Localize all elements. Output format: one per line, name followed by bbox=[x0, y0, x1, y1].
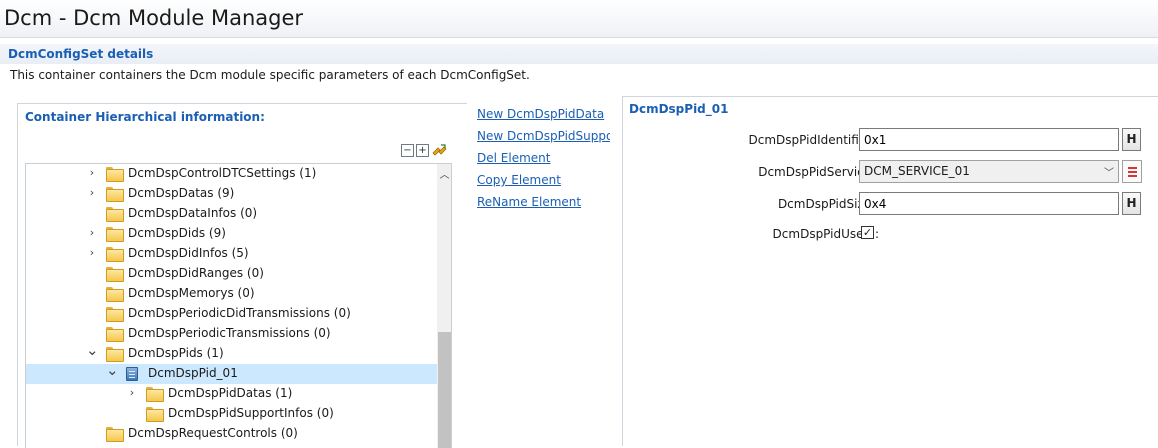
chevron-right-icon[interactable]: › bbox=[86, 186, 98, 200]
details-panel: DcmDspPid_01 DcmDspPidIdentifier : H Dcm… bbox=[622, 96, 1158, 446]
chevron-right-icon[interactable]: › bbox=[86, 166, 98, 180]
tree-item-label: DcmDspPids (1) bbox=[128, 346, 224, 360]
tree-item[interactable]: › DcmDspControlDTCSettings (1) bbox=[26, 164, 437, 184]
tree-item-label: DcmDspDidInfos (5) bbox=[128, 246, 249, 260]
folder-icon bbox=[146, 387, 164, 402]
tree-item-label: DcmDspPeriodicTransmissions (0) bbox=[128, 326, 331, 340]
container-icon bbox=[126, 367, 142, 381]
folder-icon bbox=[106, 187, 124, 202]
tree-item-label: DcmDspRequestControls (0) bbox=[128, 426, 298, 440]
folder-icon bbox=[106, 327, 124, 342]
folder-icon bbox=[106, 247, 124, 262]
service-selected-value: DCM_SERVICE_01 bbox=[864, 164, 970, 178]
chevron-down-icon: ﹀ bbox=[1104, 168, 1114, 179]
tree-item-label: DcmDspPid_01 bbox=[148, 366, 238, 380]
chevron-right-icon[interactable]: › bbox=[126, 386, 138, 400]
folder-icon bbox=[106, 427, 124, 442]
scroll-up-icon[interactable]: ︿ bbox=[437, 166, 451, 181]
used-checkbox[interactable]: ✓ bbox=[861, 226, 874, 239]
size-hex-button[interactable]: H bbox=[1122, 192, 1141, 215]
section-title: DcmConfigSet details bbox=[8, 47, 154, 61]
field-row-size: DcmDspPidSize : H bbox=[623, 192, 1158, 216]
list-icon[interactable] bbox=[1122, 160, 1142, 183]
expand-all-icon[interactable]: + bbox=[416, 144, 429, 157]
link-sync-icon[interactable] bbox=[431, 144, 447, 157]
hierarchy-title: Container Hierarchical information: bbox=[25, 110, 265, 124]
tree-toolbar: − + bbox=[401, 144, 447, 157]
tree-item[interactable]: DcmDspDidRanges (0) bbox=[26, 264, 437, 284]
service-select[interactable]: DCM_SERVICE_01 ﹀ bbox=[859, 160, 1119, 183]
scroll-thumb[interactable] bbox=[438, 332, 451, 448]
field-row-service: DcmDspPidService : DCM_SERVICE_01 ﹀ bbox=[623, 160, 1158, 184]
tree-item-label: DcmDspPeriodicDidTransmissions (0) bbox=[128, 306, 351, 320]
section-header: DcmConfigSet details bbox=[0, 44, 1158, 64]
tree-item-label: DcmDspDatas (9) bbox=[128, 186, 235, 200]
identifier-input[interactable] bbox=[859, 128, 1119, 151]
tree-item[interactable]: DcmDspMemorys (0) bbox=[26, 284, 437, 304]
action-link-del-element[interactable]: Del Element bbox=[477, 151, 610, 173]
details-title: DcmDspPid_01 bbox=[629, 102, 729, 116]
field-row-used: DcmDspPidUsed : ✓ bbox=[623, 222, 1158, 246]
window-title-bar: Dcm - Dcm Module Manager bbox=[0, 0, 1158, 38]
tree-item-label: DcmDspDidRanges (0) bbox=[128, 266, 264, 280]
chevron-right-icon[interactable]: › bbox=[86, 246, 98, 260]
folder-icon bbox=[146, 407, 164, 422]
hierarchy-tree[interactable]: DcmDspRequestControls (0) DcmDspPidSuppor… bbox=[25, 163, 452, 448]
tree-item[interactable]: › DcmDspPidDatas (1) bbox=[26, 384, 437, 404]
folder-icon bbox=[106, 267, 124, 282]
action-links: New DcmDspPidDataNew DcmDspPidSupportInf… bbox=[477, 107, 610, 217]
folder-icon bbox=[106, 307, 124, 322]
window-title: Dcm - Dcm Module Manager bbox=[4, 6, 304, 30]
chevron-down-icon[interactable]: ⌄ bbox=[86, 343, 99, 358]
chevron-right-icon[interactable]: › bbox=[86, 226, 98, 240]
folder-icon bbox=[106, 167, 124, 182]
chevron-down-icon[interactable]: ⌄ bbox=[106, 363, 119, 378]
tree-item-label: DcmDspControlDTCSettings (1) bbox=[128, 166, 317, 180]
tree-item-label: DcmDspMemorys (0) bbox=[128, 286, 255, 300]
folder-icon bbox=[106, 207, 124, 222]
identifier-hex-button[interactable]: H bbox=[1122, 128, 1141, 151]
section-description: This container containers the Dcm module… bbox=[10, 68, 530, 82]
tree-item[interactable]: › DcmDspDidInfos (5) bbox=[26, 244, 437, 264]
tree-item[interactable]: › DcmDspDids (9) bbox=[26, 224, 437, 244]
folder-icon bbox=[106, 227, 124, 242]
action-link-copy-element[interactable]: Copy Element bbox=[477, 173, 610, 195]
action-link-new-dcmdsppidsupportinfo[interactable]: New DcmDspPidSupportInfo bbox=[477, 129, 610, 151]
tree-item-label: DcmDspPidDatas (1) bbox=[168, 386, 293, 400]
tree-item[interactable]: ⌄ DcmDspPid_01 bbox=[26, 363, 437, 384]
tree-item-label: DcmDspDataInfos (0) bbox=[128, 206, 258, 220]
action-link-new-dcmdsppiddata[interactable]: New DcmDspPidData bbox=[477, 107, 610, 129]
folder-icon bbox=[106, 287, 124, 302]
tree-item[interactable]: › DcmDspDatas (9) bbox=[26, 184, 437, 204]
tree-scrollbar[interactable]: ︿ bbox=[437, 164, 451, 448]
size-input[interactable] bbox=[859, 192, 1119, 215]
tree-item[interactable]: DcmDspPeriodicTransmissions (0) bbox=[26, 324, 437, 344]
tree-item-label: DcmDspDids (9) bbox=[128, 226, 226, 240]
tree-item[interactable]: DcmDspRequestControls (0) bbox=[26, 424, 437, 444]
field-row-identifier: DcmDspPidIdentifier : H bbox=[623, 128, 1158, 152]
action-link-rename-element[interactable]: ReName Element bbox=[477, 195, 610, 217]
tree-item[interactable]: DcmDspDataInfos (0) bbox=[26, 204, 437, 224]
tree-item[interactable]: ⌄ DcmDspPids (1) bbox=[26, 343, 437, 364]
tree-item-label: DcmDspPidSupportInfos (0) bbox=[168, 406, 334, 420]
collapse-all-icon[interactable]: − bbox=[401, 144, 414, 157]
hierarchy-panel: Container Hierarchical information: − + … bbox=[17, 103, 467, 448]
tree-item[interactable]: DcmDspPeriodicDidTransmissions (0) bbox=[26, 304, 437, 324]
tree-item[interactable]: DcmDspPidSupportInfos (0) bbox=[26, 404, 437, 424]
folder-icon bbox=[106, 347, 124, 362]
